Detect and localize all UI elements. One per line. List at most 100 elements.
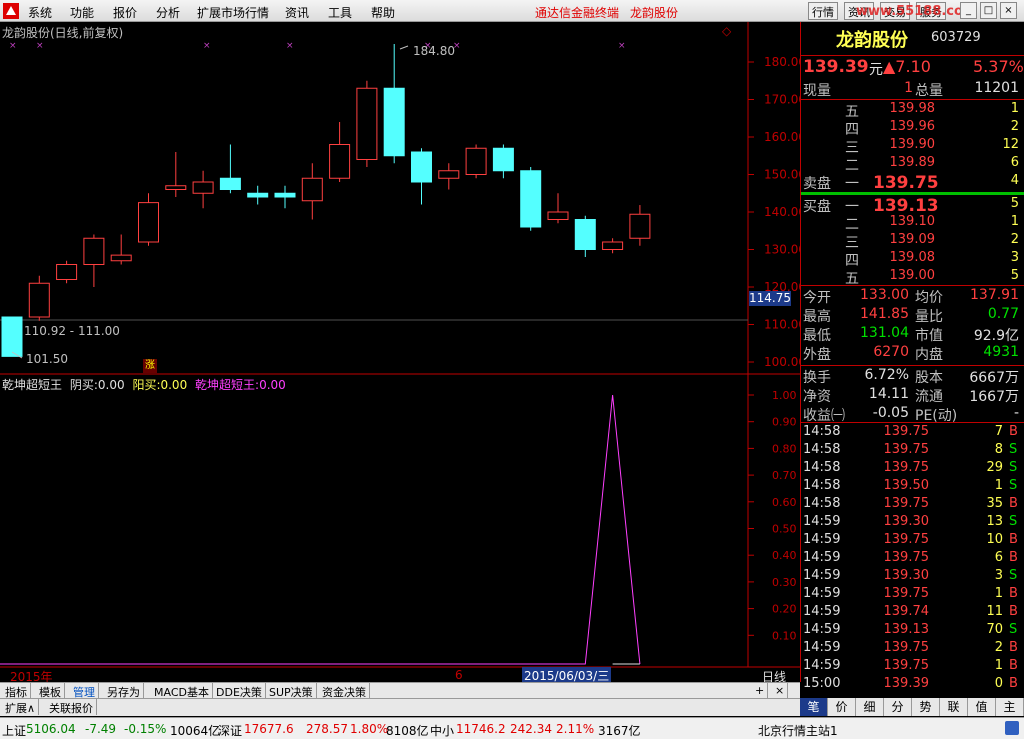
tick-time: 14:59 [803, 532, 841, 547]
add-window-icon[interactable]: + [752, 683, 769, 699]
side-tab[interactable]: 笔 [800, 698, 828, 716]
quote-panel: 龙韵股份 603729 139.39 元 ▲7.10 5.37% 现量 1 总量 1… [800, 22, 1024, 691]
bid-price: 139.10 [889, 214, 936, 229]
extend-button[interactable]: 扩展∧ [2, 699, 40, 715]
quote-mode-button[interactable]: 行情 [808, 2, 838, 20]
candle-body [83, 237, 105, 265]
bid-price: 139.13 [873, 196, 939, 216]
kline-chart[interactable]: 180.00170.00160.00150.00140.00130.00120.… [0, 22, 800, 682]
buy-label: 买盘 [803, 199, 831, 215]
ask-price: 139.89 [889, 155, 936, 170]
indicator-tab[interactable]: DDE决策 [213, 683, 266, 699]
close-icon[interactable]: × [1000, 2, 1017, 19]
indicator-tabs: 指标 模板 管理 另存为 MACD基本 DDE决策 SUP决策 资金决策 + × [0, 682, 800, 699]
indicator-tick-label: 0.20 [772, 603, 797, 616]
tick-side: B [1009, 424, 1018, 439]
maximize-icon[interactable]: □ [980, 2, 997, 19]
indicator-tab[interactable]: 资金决策 [319, 683, 370, 699]
volume-row: 现量 1 总量 11201 [803, 80, 1019, 99]
price-tick-label: 160.00 [764, 130, 800, 144]
candle-body [465, 147, 487, 175]
menu-function[interactable]: 功能 [70, 4, 94, 21]
chart-panel[interactable]: 180.00170.00160.00150.00140.00130.00120.… [0, 22, 800, 684]
line-value: 0.00 [259, 378, 286, 392]
side-tab[interactable]: 主 [996, 698, 1024, 716]
menu-tools[interactable]: 工具 [328, 4, 352, 21]
menu-system[interactable]: 系统 [28, 4, 52, 21]
bid-volume: 3 [1010, 250, 1019, 265]
last-price: 139.39 [803, 57, 869, 77]
tick-side: B [1009, 676, 1018, 691]
price-change: ▲7.10 [883, 57, 931, 76]
candle-body [547, 211, 569, 220]
app-logo-icon [3, 3, 19, 19]
tick-price: 139.75 [883, 586, 930, 601]
candle-body [165, 185, 187, 190]
indicator-tab[interactable]: 模板 [36, 683, 65, 699]
indicator-tick-label: 0.60 [772, 496, 797, 509]
bid-level-2: 二 139.10 1 [803, 214, 1023, 233]
indicator-tab[interactable]: SUP决策 [266, 683, 317, 699]
current-price-tag: 114.75 [749, 291, 791, 306]
tick-row: 14:59 139.75 1 B [803, 658, 1023, 676]
candle-body [110, 254, 132, 262]
side-tab[interactable]: 分 [884, 698, 912, 716]
side-tab[interactable]: 势 [912, 698, 940, 716]
server-name[interactable]: 北京行情主站1 [758, 722, 838, 739]
indicator-tick-label: 0.80 [772, 442, 797, 455]
side-tabs: 笔价细分势联值主 [800, 698, 1024, 716]
tick-side: B [1009, 640, 1018, 655]
side-tab[interactable]: 价 [828, 698, 856, 716]
tick-time: 14:58 [803, 496, 841, 511]
menu-news[interactable]: 资讯 [285, 4, 309, 21]
candle-body [602, 241, 624, 250]
price-pct: 5.37% [973, 57, 1024, 76]
indicator-tick-label: 0.90 [772, 416, 797, 429]
sz-change: 278.57 [306, 722, 348, 736]
remove-window-icon[interactable]: × [772, 683, 789, 699]
chart-settings-icon[interactable]: ◇ [722, 24, 731, 38]
sh-change: -7.49 [85, 722, 117, 736]
indicator-tab[interactable]: 指标 [2, 683, 31, 699]
tick-volume: 11 [986, 604, 1003, 619]
tick-price: 139.74 [883, 604, 930, 619]
menu-help[interactable]: 帮助 [371, 4, 395, 21]
tick-price: 139.75 [883, 640, 930, 655]
tick-row: 14:59 139.30 3 S [803, 568, 1023, 586]
tick-price: 139.30 [883, 514, 930, 529]
stat-row: 净资 14.11 流通 1667万 [803, 386, 1019, 405]
stock-name: 龙韵股份 [836, 30, 908, 51]
tick-time: 14:59 [803, 622, 841, 637]
side-tab[interactable]: 值 [968, 698, 996, 716]
ask-volume: 2 [1010, 119, 1019, 134]
side-tab[interactable]: 联 [940, 698, 968, 716]
menu-extended-market[interactable]: 扩展市场行情 [197, 4, 269, 21]
menu-analysis[interactable]: 分析 [156, 4, 180, 21]
chart-title: 龙韵股份(日线,前复权) [2, 26, 124, 40]
tick-side: B [1009, 604, 1018, 619]
menu-quote[interactable]: 报价 [113, 4, 137, 21]
candle-body [329, 144, 351, 179]
candle-body [274, 192, 296, 198]
tick-volume: 13 [986, 514, 1003, 529]
stat-row: 外盘 6270 内盘 4931 [803, 344, 1019, 363]
indicator-tab[interactable]: MACD基本 [151, 683, 213, 699]
side-tab[interactable]: 细 [856, 698, 884, 716]
tick-price: 139.75 [883, 658, 930, 673]
bid-volume: 5 [1010, 196, 1019, 211]
tick-volume: 0 [994, 676, 1003, 691]
bid-volume: 2 [1010, 232, 1019, 247]
candle-body [192, 181, 214, 194]
bid-level-name: 三 [845, 235, 859, 251]
minimize-icon[interactable]: _ [960, 2, 977, 19]
yin-label: 阴买: [69, 378, 98, 392]
related-quote-button[interactable]: 关联报价 [46, 699, 97, 715]
terminal-name: 通达信金融终端 [535, 6, 620, 20]
sh-index: 5106.04 [26, 722, 76, 736]
indicator-tab[interactable]: 管理 [70, 683, 99, 699]
bid-level-name: 四 [845, 253, 859, 269]
status-bar: 上证 5106.04 -7.49 -0.15% 10064亿 深证 17677.… [0, 717, 1024, 739]
tick-row: 14:59 139.13 70 S [803, 622, 1023, 640]
indicator-tab[interactable]: 另存为 [104, 683, 144, 699]
candle-body [411, 151, 432, 183]
